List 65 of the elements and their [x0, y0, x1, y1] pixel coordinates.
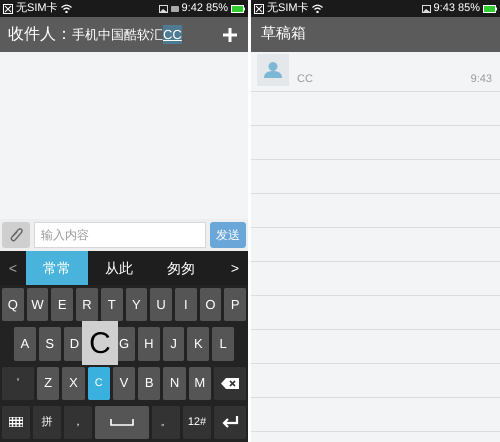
key[interactable]: T [100, 288, 123, 322]
next-candidates-button[interactable]: > [222, 251, 248, 285]
image-icon [158, 4, 168, 12]
key[interactable]: K [187, 327, 210, 360]
key[interactable]: 12# [183, 406, 211, 439]
attach-button[interactable] [2, 222, 30, 248]
key[interactable]: J [162, 327, 184, 360]
person-icon [264, 62, 282, 78]
key[interactable]: S [38, 327, 61, 360]
candidate-word[interactable]: 匆匆 [150, 251, 212, 285]
carrier-text: 无SIM卡 [267, 1, 309, 16]
previous-candidates-button[interactable]: < [0, 251, 26, 285]
wifi-icon [312, 4, 323, 13]
image-icon [422, 4, 431, 12]
key[interactable]: 拼 [33, 406, 61, 439]
carrier-text: 无SIM卡 [16, 1, 58, 16]
paperclip-icon [9, 227, 23, 243]
key[interactable]: I [174, 288, 197, 322]
key[interactable]: Y [126, 288, 148, 322]
clock-text: 9:42 [182, 1, 203, 16]
sim-icon [3, 4, 13, 14]
key[interactable]: E [51, 288, 74, 322]
recipient-text: 手机中国酷软汇 [72, 26, 163, 44]
key[interactable]: O [200, 288, 222, 322]
key[interactable]: B [138, 366, 160, 400]
draft-name: CC [297, 72, 314, 86]
enter-icon [221, 416, 239, 428]
title-text: 草稿箱 [261, 24, 306, 44]
candidate-word[interactable]: 从此 [88, 251, 150, 285]
key[interactable]: U [150, 288, 172, 322]
key[interactable]: L [212, 327, 234, 360]
message-input-field[interactable]: 输入内容 [34, 222, 206, 248]
key[interactable]: Q [2, 288, 24, 322]
battery-text: 85% [458, 1, 480, 16]
key[interactable]: 。 [152, 406, 180, 439]
wifi-icon [60, 4, 72, 13]
key[interactable]: R [76, 288, 98, 322]
key[interactable]: H [138, 327, 160, 360]
key[interactable]: P [224, 288, 246, 322]
key[interactable]: ’ [2, 366, 34, 400]
grid-icon [9, 417, 23, 428]
sim-icon [254, 4, 264, 14]
key[interactable]: W [26, 288, 48, 322]
key[interactable]: M [188, 366, 211, 400]
battery-icon [483, 4, 497, 12]
key[interactable]: N [163, 366, 186, 400]
backspace-icon [220, 378, 239, 389]
backspace-key[interactable] [214, 366, 246, 400]
key[interactable]: X [62, 366, 85, 400]
grid-key[interactable] [2, 406, 30, 439]
clock-text: 9:43 [434, 1, 455, 16]
key[interactable]: Z [37, 366, 60, 400]
key-preview-popup: C [82, 321, 118, 365]
plus-icon [223, 28, 237, 42]
key[interactable]: V [112, 366, 136, 400]
key[interactable]: A [14, 327, 36, 360]
battery-text: 85% [206, 1, 228, 16]
space-icon [110, 418, 134, 426]
key[interactable]: ， [64, 406, 92, 439]
draft-time: 9:43 [470, 72, 493, 86]
space-key[interactable] [95, 406, 149, 439]
recipient-label: 收件人： [8, 24, 72, 44]
composing-text: CC [163, 24, 182, 44]
battery-icon [231, 4, 245, 12]
enter-key[interactable] [214, 406, 246, 439]
